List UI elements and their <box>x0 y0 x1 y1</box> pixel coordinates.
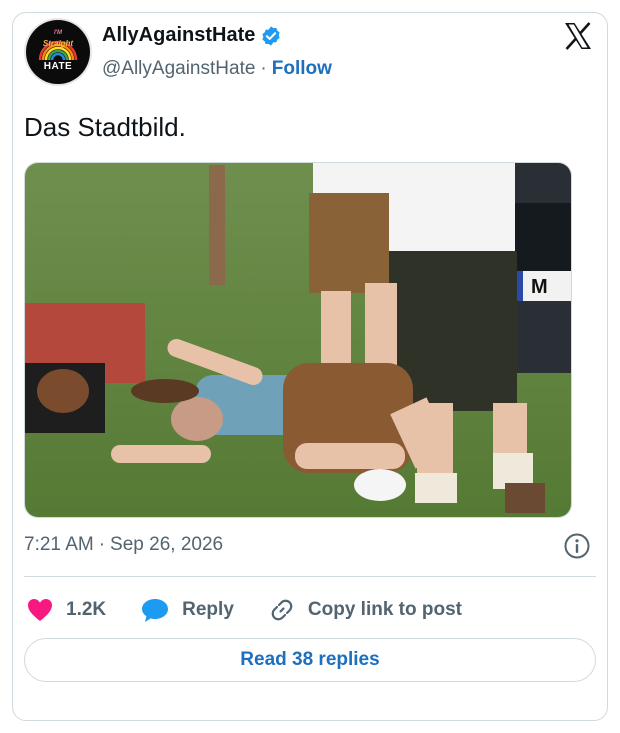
read-replies-button[interactable]: Read 38 replies <box>24 638 596 682</box>
avatar-text-bottom: HATE <box>43 61 73 72</box>
divider <box>24 576 596 577</box>
copy-link-label: Copy link to post <box>307 599 462 620</box>
like-button[interactable]: 1.2K <box>26 597 106 623</box>
separator-dot: · <box>260 58 267 79</box>
follow-button[interactable]: Follow <box>272 58 332 80</box>
tweet-time[interactable]: 7:21 AM <box>24 534 94 556</box>
verified-badge-icon <box>262 25 280 46</box>
reply-label: Reply <box>182 599 234 620</box>
like-count: 1.2K <box>66 599 107 620</box>
tweet-photo[interactable]: M <box>24 162 572 518</box>
author-display-name[interactable]: AllyAgainstHate <box>102 24 255 47</box>
avatar[interactable]: I'M Straight HATE <box>26 20 90 84</box>
author-name-row: AllyAgainstHate <box>102 24 282 47</box>
timestamp-row[interactable]: 7:21 AM · Sep 26, 2026 <box>24 534 223 556</box>
info-icon[interactable] <box>563 532 591 560</box>
author-handle[interactable]: @AllyAgainstHate <box>102 58 255 80</box>
heart-icon <box>28 599 52 621</box>
avatar-text-middle: Straight <box>42 39 74 48</box>
link-icon <box>271 599 293 621</box>
avatar-text-top: I'M <box>53 30 63 36</box>
author-handle-row: @AllyAgainstHate · Follow <box>102 58 332 80</box>
tweet-date[interactable]: Sep 26, 2026 <box>110 534 223 556</box>
x-logo-icon[interactable] <box>562 20 594 52</box>
reply-button[interactable]: Reply <box>140 597 234 623</box>
read-replies-label: Read 38 replies <box>240 649 380 670</box>
photo-illustration: M <box>25 163 571 517</box>
copy-link-button[interactable]: Copy link to post <box>268 596 462 624</box>
plate-text: M <box>531 276 548 298</box>
action-bar: 1.2K Reply Copy link to post <box>26 594 496 626</box>
reply-bubble-icon <box>142 599 169 622</box>
tweet-text: Das Stadtbild. <box>24 112 186 142</box>
separator-dot: · <box>98 534 106 555</box>
